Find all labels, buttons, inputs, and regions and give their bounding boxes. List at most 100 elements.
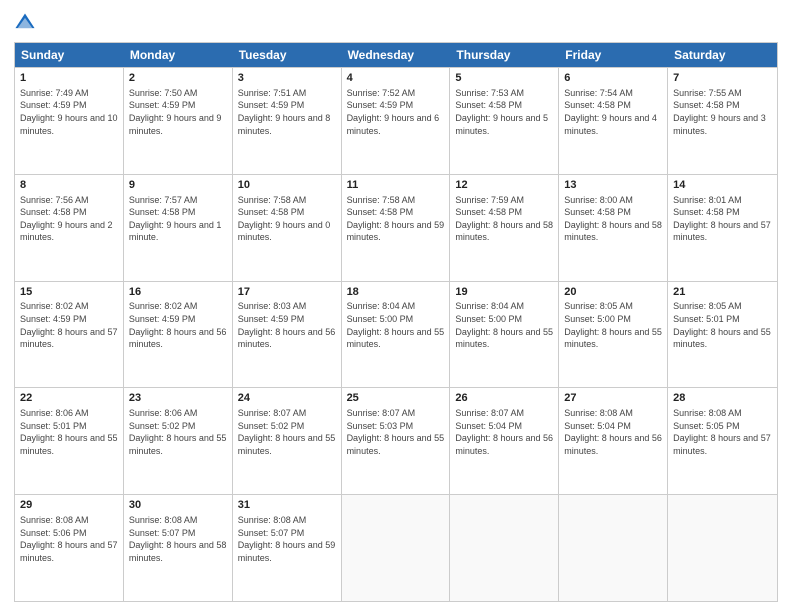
logo xyxy=(14,12,40,34)
calendar-cell: 28Sunrise: 8:08 AMSunset: 5:05 PMDayligh… xyxy=(668,388,777,494)
sun-info: Sunrise: 8:04 AMSunset: 5:00 PMDaylight:… xyxy=(455,300,553,350)
sun-info: Sunrise: 8:07 AMSunset: 5:04 PMDaylight:… xyxy=(455,407,553,457)
sun-info: Sunrise: 7:57 AMSunset: 4:58 PMDaylight:… xyxy=(129,194,227,244)
sun-info: Sunrise: 7:53 AMSunset: 4:58 PMDaylight:… xyxy=(455,87,553,137)
day-number: 10 xyxy=(238,178,336,193)
day-number: 9 xyxy=(129,178,227,193)
sun-info: Sunrise: 7:50 AMSunset: 4:59 PMDaylight:… xyxy=(129,87,227,137)
day-number: 25 xyxy=(347,391,445,406)
day-number: 12 xyxy=(455,178,553,193)
calendar-header-cell: Tuesday xyxy=(233,43,342,67)
day-number: 15 xyxy=(20,285,118,300)
day-number: 26 xyxy=(455,391,553,406)
calendar-cell: 21Sunrise: 8:05 AMSunset: 5:01 PMDayligh… xyxy=(668,282,777,388)
calendar-page: SundayMondayTuesdayWednesdayThursdayFrid… xyxy=(0,0,792,612)
calendar-cell xyxy=(559,495,668,601)
calendar-cell: 2Sunrise: 7:50 AMSunset: 4:59 PMDaylight… xyxy=(124,68,233,174)
day-number: 4 xyxy=(347,71,445,86)
calendar-cell: 5Sunrise: 7:53 AMSunset: 4:58 PMDaylight… xyxy=(450,68,559,174)
sun-info: Sunrise: 7:51 AMSunset: 4:59 PMDaylight:… xyxy=(238,87,336,137)
calendar-cell: 25Sunrise: 8:07 AMSunset: 5:03 PMDayligh… xyxy=(342,388,451,494)
day-number: 28 xyxy=(673,391,772,406)
calendar-header-cell: Wednesday xyxy=(342,43,451,67)
calendar-cell: 18Sunrise: 8:04 AMSunset: 5:00 PMDayligh… xyxy=(342,282,451,388)
sun-info: Sunrise: 7:59 AMSunset: 4:58 PMDaylight:… xyxy=(455,194,553,244)
calendar-cell: 16Sunrise: 8:02 AMSunset: 4:59 PMDayligh… xyxy=(124,282,233,388)
calendar-week-row: 15 Sunrise: 8:02 AMSunset: 4:59 PMDayligh… xyxy=(15,281,777,388)
sun-info: Sunrise: 7:49 AMSunset: 4:59 PMDaylight:… xyxy=(20,87,118,137)
calendar-cell: 4Sunrise: 7:52 AMSunset: 4:59 PMDaylight… xyxy=(342,68,451,174)
sun-info: Sunrise: 8:03 AMSunset: 4:59 PMDaylight:… xyxy=(238,300,336,350)
sun-info: Sunrise: 8:05 AMSunset: 5:01 PMDaylight:… xyxy=(673,300,772,350)
calendar-header-row: SundayMondayTuesdayWednesdayThursdayFrid… xyxy=(15,43,777,67)
day-number: 11 xyxy=(347,178,445,193)
sun-info: Sunrise: 8:07 AMSunset: 5:03 PMDaylight:… xyxy=(347,407,445,457)
calendar-body: 1Sunrise: 7:49 AMSunset: 4:59 PMDaylight… xyxy=(15,67,777,601)
sun-info: Sunrise: 8:02 AMSunset: 4:59 PMDaylight:… xyxy=(129,300,227,350)
logo-icon xyxy=(14,12,36,34)
calendar-header-cell: Monday xyxy=(124,43,233,67)
calendar-cell: 19Sunrise: 8:04 AMSunset: 5:00 PMDayligh… xyxy=(450,282,559,388)
calendar-cell: 26Sunrise: 8:07 AMSunset: 5:04 PMDayligh… xyxy=(450,388,559,494)
sun-info: Sunrise: 8:06 AMSunset: 5:02 PMDaylight:… xyxy=(129,407,227,457)
calendar-cell: 23Sunrise: 8:06 AMSunset: 5:02 PMDayligh… xyxy=(124,388,233,494)
sun-info: Sunrise: 8:08 AMSunset: 5:07 PMDaylight:… xyxy=(129,514,227,564)
calendar-cell: 20Sunrise: 8:05 AMSunset: 5:00 PMDayligh… xyxy=(559,282,668,388)
calendar-cell: 15Sunrise: 8:02 AMSunset: 4:59 PMDayligh… xyxy=(15,282,124,388)
sun-info: Sunrise: 7:52 AMSunset: 4:59 PMDaylight:… xyxy=(347,87,445,137)
calendar-week-row: 22Sunrise: 8:06 AMSunset: 5:01 PMDayligh… xyxy=(15,387,777,494)
calendar-cell: 27Sunrise: 8:08 AMSunset: 5:04 PMDayligh… xyxy=(559,388,668,494)
day-number: 30 xyxy=(129,498,227,513)
header xyxy=(14,12,778,34)
calendar-cell: 22Sunrise: 8:06 AMSunset: 5:01 PMDayligh… xyxy=(15,388,124,494)
day-number: 22 xyxy=(20,391,118,406)
calendar-cell: 11Sunrise: 7:58 AMSunset: 4:58 PMDayligh… xyxy=(342,175,451,281)
calendar-cell: 13Sunrise: 8:00 AMSunset: 4:58 PMDayligh… xyxy=(559,175,668,281)
calendar-cell: 7Sunrise: 7:55 AMSunset: 4:58 PMDaylight… xyxy=(668,68,777,174)
calendar-cell: 31Sunrise: 8:08 AMSunset: 5:07 PMDayligh… xyxy=(233,495,342,601)
day-number: 17 xyxy=(238,285,336,300)
day-number: 23 xyxy=(129,391,227,406)
day-number: 13 xyxy=(564,178,662,193)
day-number: 3 xyxy=(238,71,336,86)
calendar-cell xyxy=(342,495,451,601)
calendar-header-cell: Thursday xyxy=(450,43,559,67)
day-number: 31 xyxy=(238,498,336,513)
calendar-cell: 6Sunrise: 7:54 AMSunset: 4:58 PMDaylight… xyxy=(559,68,668,174)
calendar-cell xyxy=(668,495,777,601)
day-number: 2 xyxy=(129,71,227,86)
sun-info: Sunrise: 7:54 AMSunset: 4:58 PMDaylight:… xyxy=(564,87,662,137)
sun-info: Sunrise: 8:01 AMSunset: 4:58 PMDaylight:… xyxy=(673,194,772,244)
calendar-cell: 9Sunrise: 7:57 AMSunset: 4:58 PMDaylight… xyxy=(124,175,233,281)
calendar-week-row: 1Sunrise: 7:49 AMSunset: 4:59 PMDaylight… xyxy=(15,67,777,174)
sun-info: Sunrise: 8:05 AMSunset: 5:00 PMDaylight:… xyxy=(564,300,662,350)
day-number: 16 xyxy=(129,285,227,300)
calendar-cell: 8Sunrise: 7:56 AMSunset: 4:58 PMDaylight… xyxy=(15,175,124,281)
sun-info: Sunrise: 7:56 AMSunset: 4:58 PMDaylight:… xyxy=(20,194,118,244)
calendar-cell: 3Sunrise: 7:51 AMSunset: 4:59 PMDaylight… xyxy=(233,68,342,174)
sun-info: Sunrise: 8:04 AMSunset: 5:00 PMDaylight:… xyxy=(347,300,445,350)
day-number: 6 xyxy=(564,71,662,86)
sun-info: Sunrise: 8:06 AMSunset: 5:01 PMDaylight:… xyxy=(20,407,118,457)
calendar-header-cell: Sunday xyxy=(15,43,124,67)
day-number: 27 xyxy=(564,391,662,406)
sun-info: Sunrise: 7:58 AMSunset: 4:58 PMDaylight:… xyxy=(347,194,445,244)
calendar-cell: 1Sunrise: 7:49 AMSunset: 4:59 PMDaylight… xyxy=(15,68,124,174)
day-number: 8 xyxy=(20,178,118,193)
sun-info: Sunrise: 8:00 AMSunset: 4:58 PMDaylight:… xyxy=(564,194,662,244)
day-number: 19 xyxy=(455,285,553,300)
sun-info: Sunrise: 8:08 AMSunset: 5:04 PMDaylight:… xyxy=(564,407,662,457)
day-number: 29 xyxy=(20,498,118,513)
calendar: SundayMondayTuesdayWednesdayThursdayFrid… xyxy=(14,42,778,602)
day-number: 20 xyxy=(564,285,662,300)
calendar-cell: 10Sunrise: 7:58 AMSunset: 4:58 PMDayligh… xyxy=(233,175,342,281)
calendar-cell: 24Sunrise: 8:07 AMSunset: 5:02 PMDayligh… xyxy=(233,388,342,494)
day-number: 18 xyxy=(347,285,445,300)
calendar-cell: 14Sunrise: 8:01 AMSunset: 4:58 PMDayligh… xyxy=(668,175,777,281)
sun-info: Sunrise: 7:55 AMSunset: 4:58 PMDaylight:… xyxy=(673,87,772,137)
calendar-cell: 30Sunrise: 8:08 AMSunset: 5:07 PMDayligh… xyxy=(124,495,233,601)
sun-info: Sunrise: 8:08 AMSunset: 5:07 PMDaylight:… xyxy=(238,514,336,564)
sun-info: Sunrise: 8:08 AMSunset: 5:05 PMDaylight:… xyxy=(673,407,772,457)
calendar-header-cell: Friday xyxy=(559,43,668,67)
calendar-header-cell: Saturday xyxy=(668,43,777,67)
